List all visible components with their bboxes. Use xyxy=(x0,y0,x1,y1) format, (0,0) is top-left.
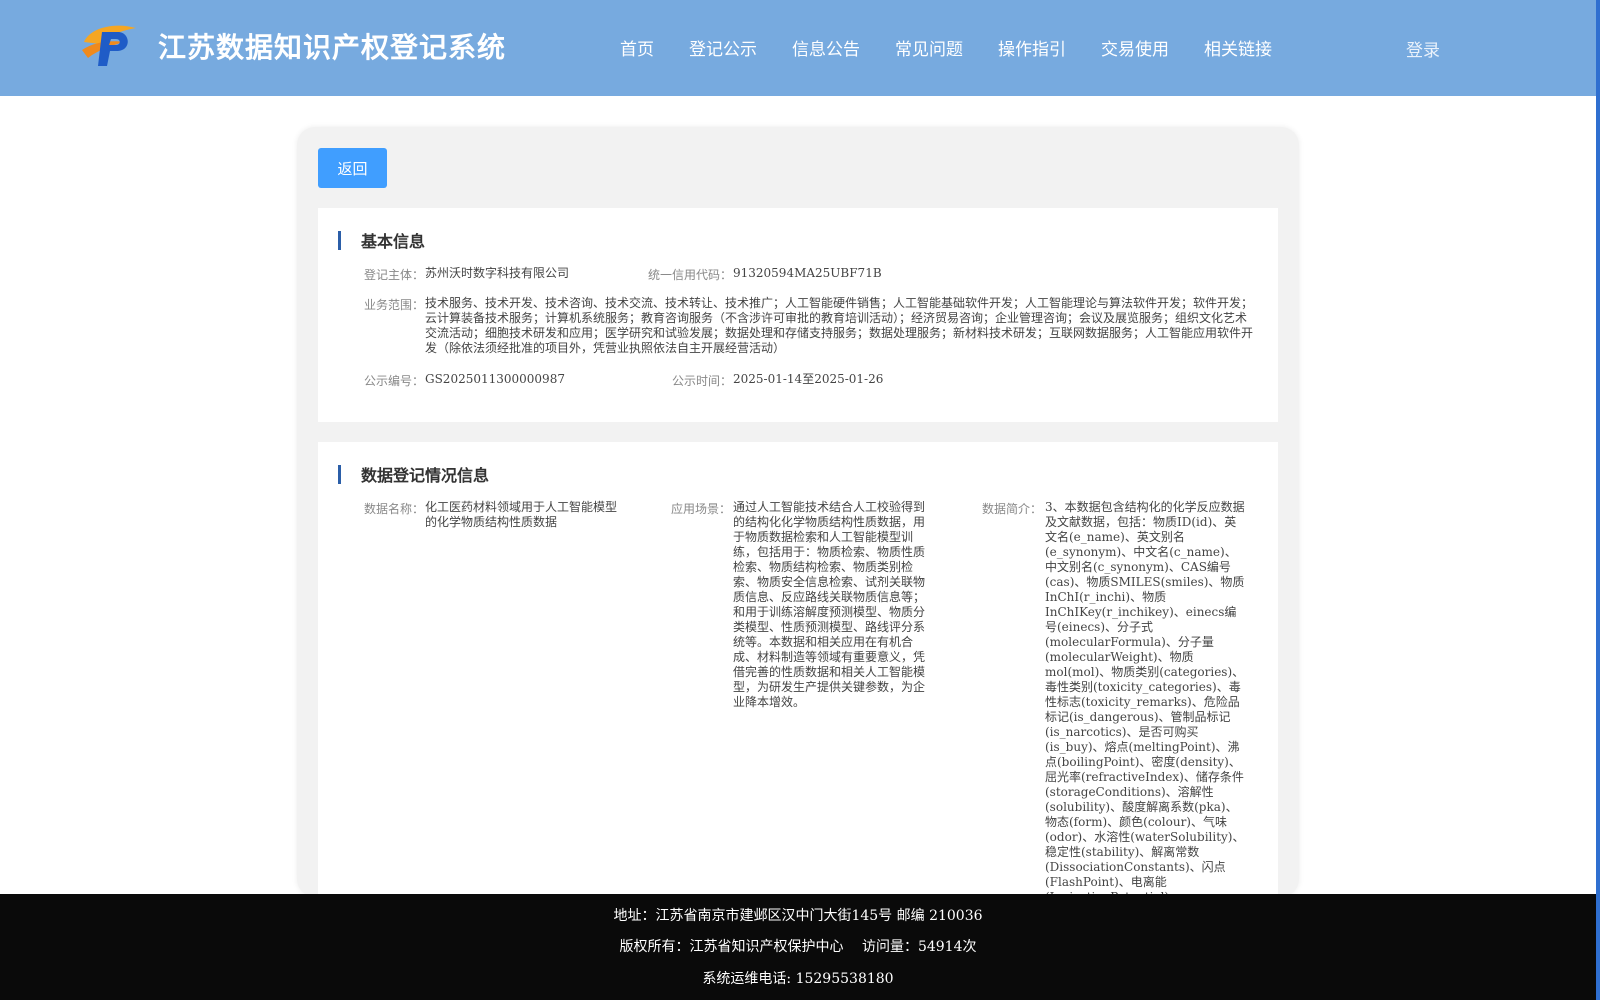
business-scope-value: 技术服务、技术开发、技术咨询、技术交流、技术转让、技术推广；人工智能硬件销售；人… xyxy=(425,296,1254,355)
section-accent-bar xyxy=(338,464,341,484)
credit-code-label: 统一信用代码： xyxy=(647,268,732,282)
scrollbar[interactable] xyxy=(1596,0,1600,1000)
basic-info-heading: 基本信息 xyxy=(338,228,425,252)
detail-panel: 返回 基本信息 登记主体： 苏州沃时数字科技有限公司 统一信用代码： 91320… xyxy=(297,127,1299,897)
subject-label: 登记主体： xyxy=(363,268,424,282)
nav-registration-publicity[interactable]: 登记公示 xyxy=(689,35,757,60)
data-name-label: 数据名称： xyxy=(363,502,424,516)
site-footer: 地址：江苏省南京市建邺区汉中门大街145号 邮编 210036 版权所有：江苏省… xyxy=(0,894,1596,1000)
site-logo-icon[interactable] xyxy=(80,20,140,70)
section-title: 基本信息 xyxy=(361,232,426,251)
subject-value: 苏州沃时数字科技有限公司 xyxy=(425,266,570,280)
business-scope-label: 业务范围： xyxy=(363,298,424,312)
nav-faq[interactable]: 常见问题 xyxy=(895,35,963,60)
login-link[interactable]: 登录 xyxy=(1406,36,1440,61)
main-nav: 首页 登记公示 信息公告 常见问题 操作指引 交易使用 相关链接 xyxy=(620,35,1307,60)
site-header: 江苏数据知识产权登记系统 首页 登记公示 信息公告 常见问题 操作指引 交易使用… xyxy=(0,0,1596,96)
section-title: 数据登记情况信息 xyxy=(361,466,490,485)
nav-guide[interactable]: 操作指引 xyxy=(998,35,1066,60)
section-accent-bar xyxy=(338,230,341,250)
footer-phone: 系统运维电话: 15295538180 xyxy=(702,971,894,987)
data-registration-card: 数据登记情况信息 数据名称： 化工医药材料领域用于人工智能模型的化学物质结构性质… xyxy=(318,442,1278,897)
basic-info-card: 基本信息 登记主体： 苏州沃时数字科技有限公司 统一信用代码： 91320594… xyxy=(318,208,1278,422)
back-button[interactable]: 返回 xyxy=(318,148,387,188)
publication-number-value: GS2025011300000987 xyxy=(425,372,565,386)
data-intro-value: 3、本数据包含结构化的化学反应数据及文献数据，包括：物质ID(id)、英文名(e… xyxy=(1045,500,1245,897)
application-scene-label: 应用场景： xyxy=(670,502,731,516)
credit-code-value: 91320594MA25UBF71B xyxy=(733,266,882,280)
nav-links[interactable]: 相关链接 xyxy=(1204,35,1272,60)
publication-number-label: 公示编号： xyxy=(363,374,424,388)
publication-time-value: 2025-01-14至2025-01-26 xyxy=(733,372,884,386)
publication-time-label: 公示时间： xyxy=(671,374,732,388)
footer-copyright: 版权所有：江苏省知识产权保护中心 访问量：54914次 xyxy=(619,939,977,955)
footer-address: 地址：江苏省南京市建邺区汉中门大街145号 邮编 210036 xyxy=(613,908,983,924)
site-title: 江苏数据知识产权登记系统 xyxy=(158,31,507,64)
application-scene-value: 通过人工智能技术结合人工校验得到的结构化化学物质结构性质数据，用于物质数据检索和… xyxy=(733,500,926,709)
nav-home[interactable]: 首页 xyxy=(620,35,654,60)
data-name-value: 化工医药材料领域用于人工智能模型的化学物质结构性质数据 xyxy=(425,500,618,529)
nav-announcements[interactable]: 信息公告 xyxy=(792,35,860,60)
data-intro-label: 数据简介： xyxy=(981,502,1042,516)
nav-trading[interactable]: 交易使用 xyxy=(1101,35,1169,60)
data-registration-heading: 数据登记情况信息 xyxy=(338,462,489,486)
